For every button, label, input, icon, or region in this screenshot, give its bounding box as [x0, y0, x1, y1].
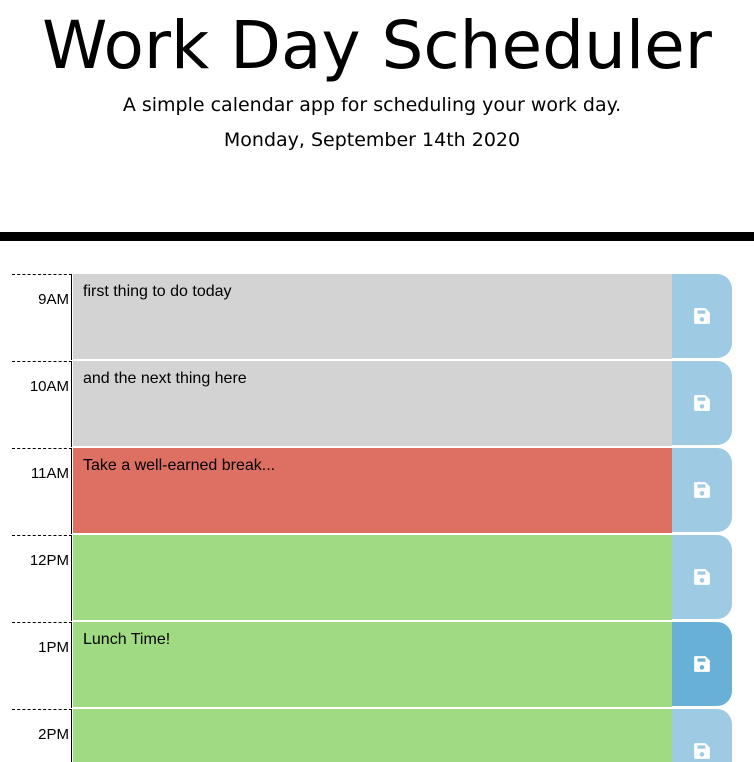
- hour-label: 11AM: [12, 448, 72, 534]
- hour-label: 9AM: [12, 274, 72, 360]
- floppy-disk-icon: [694, 395, 710, 411]
- current-day: Monday, September 14th 2020: [223, 129, 521, 151]
- event-description-input[interactable]: [73, 709, 672, 762]
- time-block-1pm: 1PM Lunch Time!: [12, 622, 732, 709]
- save-button[interactable]: [672, 448, 732, 532]
- event-description-input[interactable]: and the next thing here: [73, 361, 672, 446]
- time-block-11am: 11AM Take a well-earned break...: [12, 448, 732, 535]
- time-block-10am: 10AM and the next thing here: [12, 361, 732, 448]
- header: Work Day Scheduler A simple calendar app…: [0, 0, 754, 232]
- time-block-list: 9AM first thing to do today 10AM and the…: [12, 274, 732, 762]
- event-description-input[interactable]: [73, 535, 672, 620]
- hour-label: 12PM: [12, 535, 72, 621]
- time-block-12pm: 12PM: [12, 535, 732, 622]
- floppy-disk-icon: [694, 656, 710, 672]
- time-block-2pm: 2PM: [12, 709, 732, 762]
- event-description-input[interactable]: Take a well-earned break...: [73, 448, 672, 533]
- hour-label: 2PM: [12, 709, 72, 762]
- event-description-input[interactable]: first thing to do today: [73, 274, 672, 359]
- floppy-disk-icon: [694, 743, 710, 759]
- floppy-disk-icon: [694, 569, 710, 585]
- hour-label: 1PM: [12, 622, 72, 708]
- time-block-9am: 9AM first thing to do today: [12, 274, 732, 361]
- event-description-input[interactable]: Lunch Time!: [73, 622, 672, 707]
- save-button[interactable]: [672, 622, 732, 706]
- hour-label: 10AM: [12, 361, 72, 447]
- header-divider: [0, 232, 754, 241]
- floppy-disk-icon: [694, 482, 710, 498]
- save-button[interactable]: [672, 535, 732, 619]
- page-subtitle: A simple calendar app for scheduling you…: [122, 94, 622, 116]
- save-button[interactable]: [672, 709, 732, 762]
- floppy-disk-icon: [694, 308, 710, 324]
- save-button[interactable]: [672, 274, 732, 358]
- page-title: Work Day Scheduler: [42, 7, 712, 84]
- save-button[interactable]: [672, 361, 732, 445]
